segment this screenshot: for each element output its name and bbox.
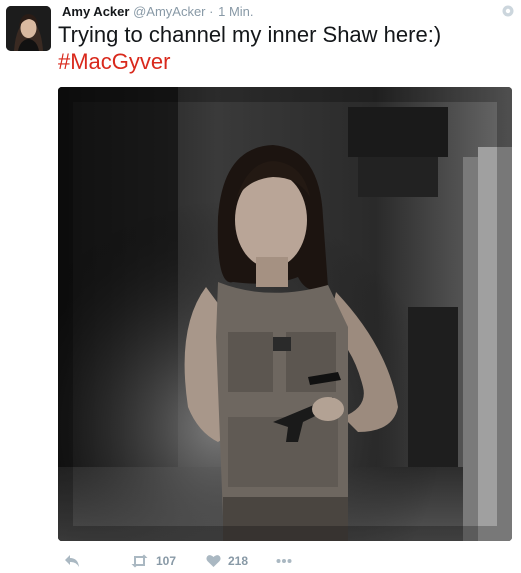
- user-handle[interactable]: @AmyAcker: [133, 4, 205, 19]
- timestamp[interactable]: 1 Min.: [218, 4, 253, 19]
- hashtag-link[interactable]: #MacGyver: [58, 48, 441, 75]
- heart-icon: [206, 554, 221, 568]
- reply-button[interactable]: [64, 552, 80, 570]
- gear-icon[interactable]: [501, 4, 515, 18]
- like-button[interactable]: 218: [206, 552, 248, 570]
- tweet-text: Trying to channel my inner Shaw here:) #…: [58, 21, 441, 75]
- retweet-count: 107: [156, 554, 177, 568]
- retweet-icon: [130, 554, 149, 568]
- avatar[interactable]: [6, 6, 51, 51]
- separator-dot: ·: [209, 4, 214, 19]
- tweet: Amy Acker @AmyAcker · 1 Min. Trying to c…: [0, 0, 521, 573]
- tweet-actions: 107 218: [58, 552, 512, 570]
- display-name[interactable]: Amy Acker: [62, 4, 129, 19]
- retweet-button[interactable]: 107: [130, 552, 176, 570]
- more-icon: [276, 558, 292, 564]
- reply-icon: [64, 554, 80, 568]
- tweet-body: Trying to channel my inner Shaw here:): [58, 22, 442, 47]
- tweet-header: Amy Acker @AmyAcker · 1 Min.: [62, 4, 254, 20]
- more-button[interactable]: [276, 552, 292, 570]
- tweet-photo[interactable]: [58, 87, 512, 541]
- like-count: 218: [228, 554, 249, 568]
